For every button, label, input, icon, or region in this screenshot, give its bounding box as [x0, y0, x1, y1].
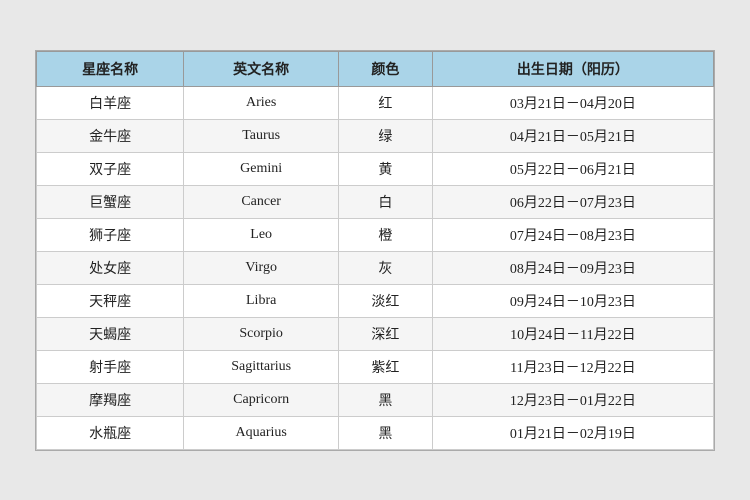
table-cell-8-0: 射手座: [37, 350, 184, 383]
column-header-3: 出生日期（阳历）: [432, 51, 713, 86]
column-header-0: 星座名称: [37, 51, 184, 86]
table-cell-2-0: 双子座: [37, 152, 184, 185]
table-cell-4-0: 狮子座: [37, 218, 184, 251]
table-body: 白羊座Aries红03月21日－04月20日金牛座Taurus绿04月21日－0…: [37, 86, 714, 449]
table-cell-1-2: 绿: [339, 119, 433, 152]
table-cell-6-3: 09月24日－10月23日: [432, 284, 713, 317]
table-header-row: 星座名称英文名称颜色出生日期（阳历）: [37, 51, 714, 86]
table-cell-0-0: 白羊座: [37, 86, 184, 119]
table-cell-5-2: 灰: [339, 251, 433, 284]
table-cell-3-0: 巨蟹座: [37, 185, 184, 218]
table-row: 天蝎座Scorpio深红10月24日－11月22日: [37, 317, 714, 350]
table-cell-6-0: 天秤座: [37, 284, 184, 317]
table-row: 水瓶座Aquarius黑01月21日－02月19日: [37, 416, 714, 449]
table-cell-4-3: 07月24日－08月23日: [432, 218, 713, 251]
table-row: 狮子座Leo橙07月24日－08月23日: [37, 218, 714, 251]
table-cell-1-1: Taurus: [184, 119, 339, 152]
table-cell-8-3: 11月23日－12月22日: [432, 350, 713, 383]
table-cell-0-3: 03月21日－04月20日: [432, 86, 713, 119]
column-header-1: 英文名称: [184, 51, 339, 86]
table-cell-4-2: 橙: [339, 218, 433, 251]
table-cell-5-1: Virgo: [184, 251, 339, 284]
table-cell-7-0: 天蝎座: [37, 317, 184, 350]
table-cell-10-0: 水瓶座: [37, 416, 184, 449]
table-cell-9-0: 摩羯座: [37, 383, 184, 416]
table-cell-0-1: Aries: [184, 86, 339, 119]
table-cell-7-2: 深红: [339, 317, 433, 350]
table-cell-2-2: 黄: [339, 152, 433, 185]
table-row: 天秤座Libra淡红09月24日－10月23日: [37, 284, 714, 317]
table-cell-10-3: 01月21日－02月19日: [432, 416, 713, 449]
table-cell-0-2: 红: [339, 86, 433, 119]
zodiac-table-container: 星座名称英文名称颜色出生日期（阳历） 白羊座Aries红03月21日－04月20…: [35, 50, 715, 451]
table-cell-1-3: 04月21日－05月21日: [432, 119, 713, 152]
table-cell-2-1: Gemini: [184, 152, 339, 185]
table-cell-9-3: 12月23日－01月22日: [432, 383, 713, 416]
table-row: 金牛座Taurus绿04月21日－05月21日: [37, 119, 714, 152]
table-cell-3-2: 白: [339, 185, 433, 218]
table-cell-6-2: 淡红: [339, 284, 433, 317]
table-cell-10-2: 黑: [339, 416, 433, 449]
table-row: 摩羯座Capricorn黑12月23日－01月22日: [37, 383, 714, 416]
table-cell-9-2: 黑: [339, 383, 433, 416]
table-cell-4-1: Leo: [184, 218, 339, 251]
column-header-2: 颜色: [339, 51, 433, 86]
table-cell-2-3: 05月22日－06月21日: [432, 152, 713, 185]
table-cell-7-1: Scorpio: [184, 317, 339, 350]
zodiac-table: 星座名称英文名称颜色出生日期（阳历） 白羊座Aries红03月21日－04月20…: [36, 51, 714, 450]
table-cell-3-1: Cancer: [184, 185, 339, 218]
table-row: 处女座Virgo灰08月24日－09月23日: [37, 251, 714, 284]
table-row: 白羊座Aries红03月21日－04月20日: [37, 86, 714, 119]
table-cell-8-1: Sagittarius: [184, 350, 339, 383]
table-cell-10-1: Aquarius: [184, 416, 339, 449]
table-cell-6-1: Libra: [184, 284, 339, 317]
table-cell-3-3: 06月22日－07月23日: [432, 185, 713, 218]
table-cell-7-3: 10月24日－11月22日: [432, 317, 713, 350]
table-cell-1-0: 金牛座: [37, 119, 184, 152]
table-row: 射手座Sagittarius紫红11月23日－12月22日: [37, 350, 714, 383]
table-row: 巨蟹座Cancer白06月22日－07月23日: [37, 185, 714, 218]
table-cell-8-2: 紫红: [339, 350, 433, 383]
table-cell-5-0: 处女座: [37, 251, 184, 284]
table-cell-9-1: Capricorn: [184, 383, 339, 416]
table-row: 双子座Gemini黄05月22日－06月21日: [37, 152, 714, 185]
table-cell-5-3: 08月24日－09月23日: [432, 251, 713, 284]
